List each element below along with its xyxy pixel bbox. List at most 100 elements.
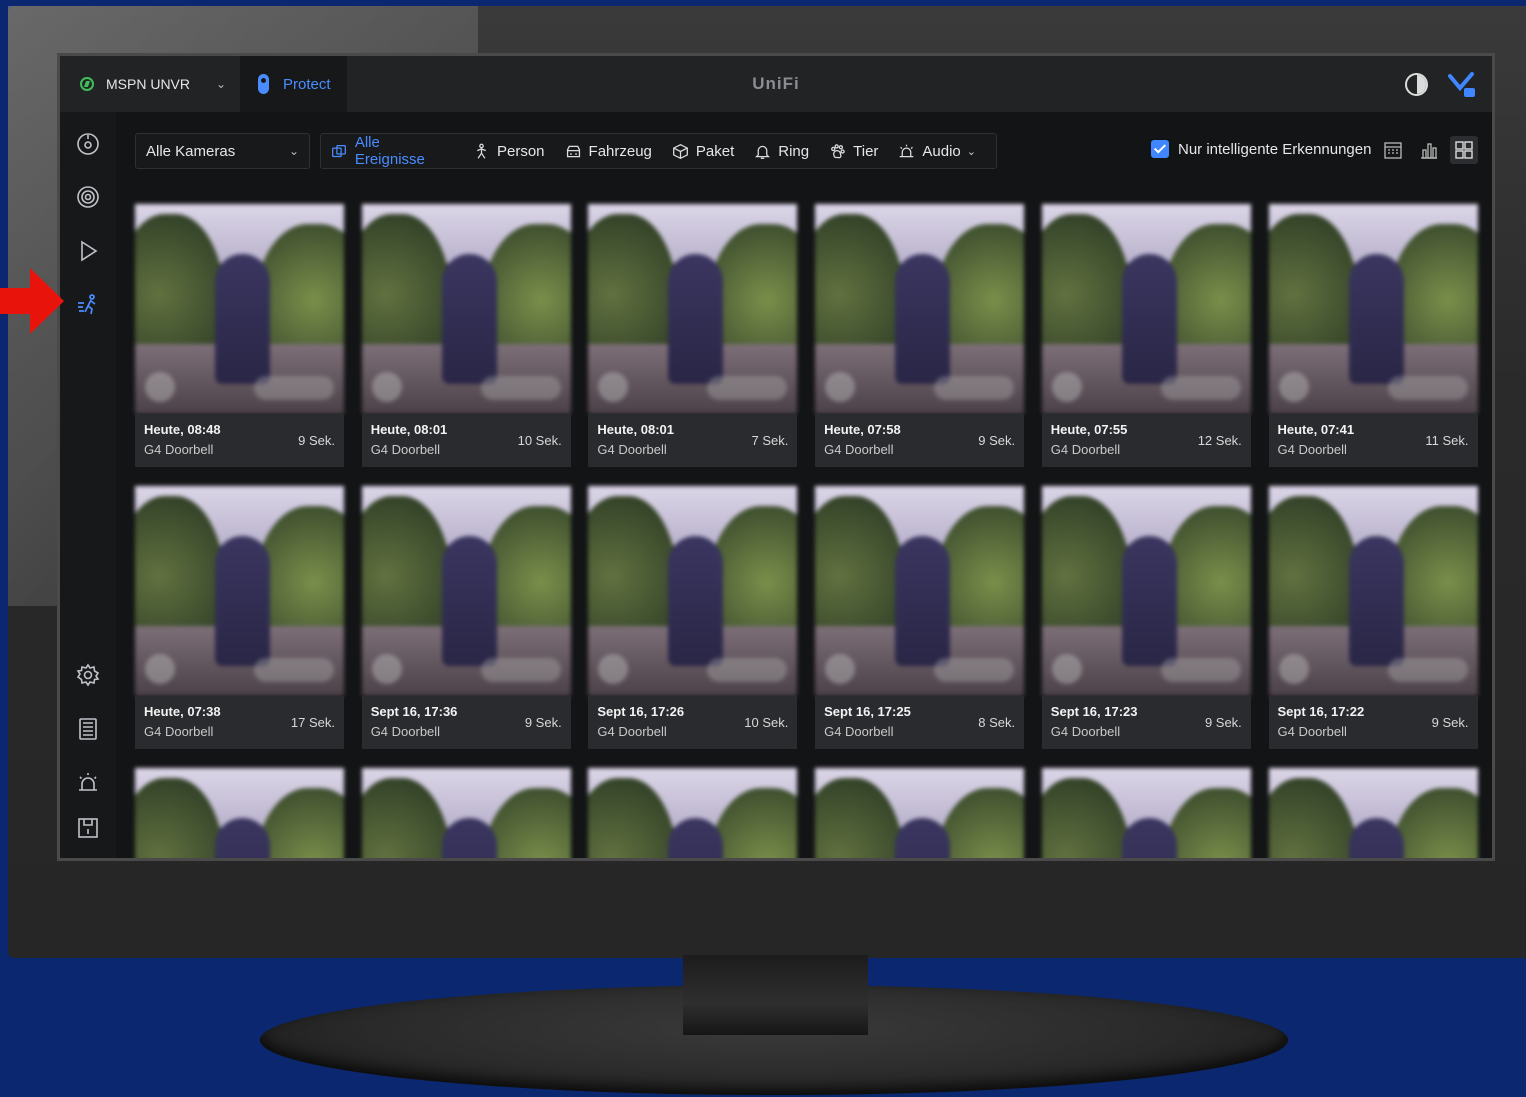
event-duration: 8 Sek. — [978, 715, 1016, 730]
event-card[interactable] — [588, 768, 798, 858]
protect-app-screen: MSPN UNVR ⌄ Protect UniFi Alle Kameras ⌄… — [57, 53, 1495, 861]
event-meta: Sept 16, 17:26 G4 Doorbell 10 Sek. — [588, 696, 798, 749]
event-meta: Heute, 07:55 G4 Doorbell 12 Sek. — [1041, 414, 1251, 467]
event-thumbnail — [815, 486, 1025, 696]
filter-package[interactable]: Paket — [672, 143, 734, 160]
filter-ring[interactable]: Ring — [754, 143, 809, 160]
calendar-view-button[interactable] — [1383, 140, 1403, 160]
event-card[interactable]: Heute, 08:01 G4 Doorbell 7 Sek. — [588, 204, 798, 467]
event-card[interactable]: Sept 16, 17:22 G4 Doorbell 9 Sek. — [1268, 486, 1478, 749]
event-meta: Heute, 07:58 G4 Doorbell 9 Sek. — [815, 414, 1025, 467]
event-thumbnail — [588, 204, 798, 414]
storage-icon[interactable] — [76, 816, 100, 840]
alarm-icon[interactable] — [76, 771, 100, 795]
detections-icon[interactable] — [76, 293, 100, 317]
event-card[interactable]: Sept 16, 17:23 G4 Doorbell 9 Sek. — [1041, 486, 1251, 749]
event-thumbnail — [135, 204, 344, 414]
filter-label: Alle Ereignisse — [354, 134, 425, 168]
event-card[interactable] — [135, 768, 344, 858]
event-meta: Heute, 07:41 G4 Doorbell 11 Sek. — [1268, 414, 1478, 467]
event-duration: 9 Sek. — [524, 715, 562, 730]
red-arrow-annotation — [0, 268, 64, 334]
filter-label: Person — [497, 142, 545, 160]
filter-all-events[interactable]: Alle Ereignisse — [331, 134, 453, 168]
event-card[interactable]: Sept 16, 17:26 G4 Doorbell 10 Sek. — [588, 486, 798, 749]
event-thumbnail — [588, 768, 798, 858]
camera-select-value: Alle Kameras — [146, 142, 236, 160]
event-thumbnail — [361, 204, 571, 414]
filter-vehicle[interactable]: Fahrzeug — [565, 143, 652, 160]
bar-chart-icon — [1421, 143, 1437, 159]
event-card[interactable]: Heute, 08:48 G4 Doorbell 9 Sek. — [135, 204, 344, 467]
smart-detection-toggle[interactable]: Nur intelligente Erkennungen — [1151, 140, 1371, 158]
event-card[interactable]: Heute, 07:58 G4 Doorbell 9 Sek. — [815, 204, 1025, 467]
event-thumbnail — [815, 204, 1025, 414]
event-thumbnail — [361, 486, 571, 696]
event-duration: 12 Sek. — [1197, 433, 1242, 448]
event-thumbnail — [588, 486, 798, 696]
monitor-stand-neck — [683, 955, 868, 1035]
gear-icon[interactable] — [76, 663, 100, 687]
event-thumbnail — [1268, 486, 1478, 696]
camera-select[interactable]: Alle Kameras ⌄ — [135, 133, 310, 169]
vehicle-icon — [566, 145, 580, 157]
filter-label: Paket — [695, 142, 735, 160]
event-thumbnail — [1268, 204, 1478, 414]
event-card[interactable]: Heute, 08:01 G4 Doorbell 10 Sek. — [361, 204, 571, 467]
event-duration: 9 Sek. — [298, 433, 335, 448]
event-card[interactable]: Sept 16, 17:36 G4 Doorbell 9 Sek. — [361, 486, 571, 749]
grid-view-button[interactable] — [1450, 136, 1478, 164]
event-card[interactable]: Sept 16, 17:25 G4 Doorbell 8 Sek. — [815, 486, 1025, 749]
event-duration: 9 Sek. — [1204, 715, 1242, 730]
filter-label: Ring — [778, 142, 810, 160]
event-thumbnail — [361, 768, 571, 858]
filter-audio[interactable]: Audio ⌄ — [898, 143, 976, 160]
event-duration: 11 Sek. — [1425, 433, 1469, 448]
event-meta: Sept 16, 17:36 G4 Doorbell 9 Sek. — [361, 696, 571, 749]
theme-toggle-icon[interactable] — [1405, 73, 1428, 96]
console-status-icon — [80, 77, 94, 91]
event-thumbnail — [1268, 768, 1478, 858]
play-icon[interactable] — [76, 239, 100, 263]
event-duration: 10 Sek. — [744, 715, 789, 730]
event-thumbnail — [135, 768, 344, 858]
event-card[interactable]: Heute, 07:41 G4 Doorbell 11 Sek. — [1268, 204, 1478, 467]
event-meta: Heute, 08:01 G4 Doorbell 7 Sek. — [588, 414, 798, 467]
console-switcher[interactable]: MSPN UNVR ⌄ — [60, 56, 240, 112]
app-tab-label: Protect — [283, 75, 331, 93]
event-card[interactable]: Heute, 07:55 G4 Doorbell 12 Sek. — [1041, 204, 1251, 467]
smart-detection-label: Nur intelligente Erkennungen — [1178, 140, 1372, 158]
sidebar-nav — [60, 112, 116, 858]
event-card[interactable] — [1041, 768, 1251, 858]
event-card[interactable] — [1268, 768, 1478, 858]
dashboard-icon[interactable] — [76, 132, 100, 156]
filter-label: Audio — [922, 142, 961, 160]
filter-person[interactable]: Person — [473, 143, 545, 160]
grid-icon — [1455, 141, 1473, 159]
event-duration: 9 Sek. — [1431, 715, 1469, 730]
camera-icon[interactable] — [76, 185, 100, 209]
event-thumbnail — [135, 486, 344, 696]
event-duration: 7 Sek. — [751, 433, 789, 448]
filter-label: Tier — [853, 142, 879, 160]
checkbox-checked-icon[interactable] — [1151, 140, 1169, 158]
app-tab-protect[interactable]: Protect — [240, 56, 347, 112]
filter-animal[interactable]: Tier — [829, 143, 878, 160]
event-card[interactable]: Heute, 07:38 G4 Doorbell 17 Sek. — [135, 486, 344, 749]
event-duration: 10 Sek. — [517, 433, 562, 448]
chevron-down-icon: ⌄ — [966, 145, 976, 158]
event-card[interactable] — [361, 768, 571, 858]
chevron-down-icon: ⌄ — [288, 144, 299, 158]
event-meta: Sept 16, 17:25 G4 Doorbell 8 Sek. — [815, 696, 1025, 749]
event-meta: Heute, 08:48 G4 Doorbell 9 Sek. — [135, 414, 344, 467]
package-icon — [672, 143, 688, 159]
calendar-icon — [1384, 142, 1402, 159]
event-card[interactable] — [815, 768, 1025, 858]
chart-view-button[interactable] — [1419, 140, 1439, 160]
user-avatar-icon[interactable] — [1448, 72, 1476, 98]
logs-icon[interactable] — [76, 717, 100, 741]
event-meta: Heute, 08:01 G4 Doorbell 10 Sek. — [361, 414, 571, 467]
top-bar: MSPN UNVR ⌄ Protect UniFi — [60, 56, 1492, 112]
chevron-down-icon: ⌄ — [215, 77, 226, 91]
event-type-filters: Alle Ereignisse Person Fahrzeug Paket Ri… — [320, 133, 997, 169]
